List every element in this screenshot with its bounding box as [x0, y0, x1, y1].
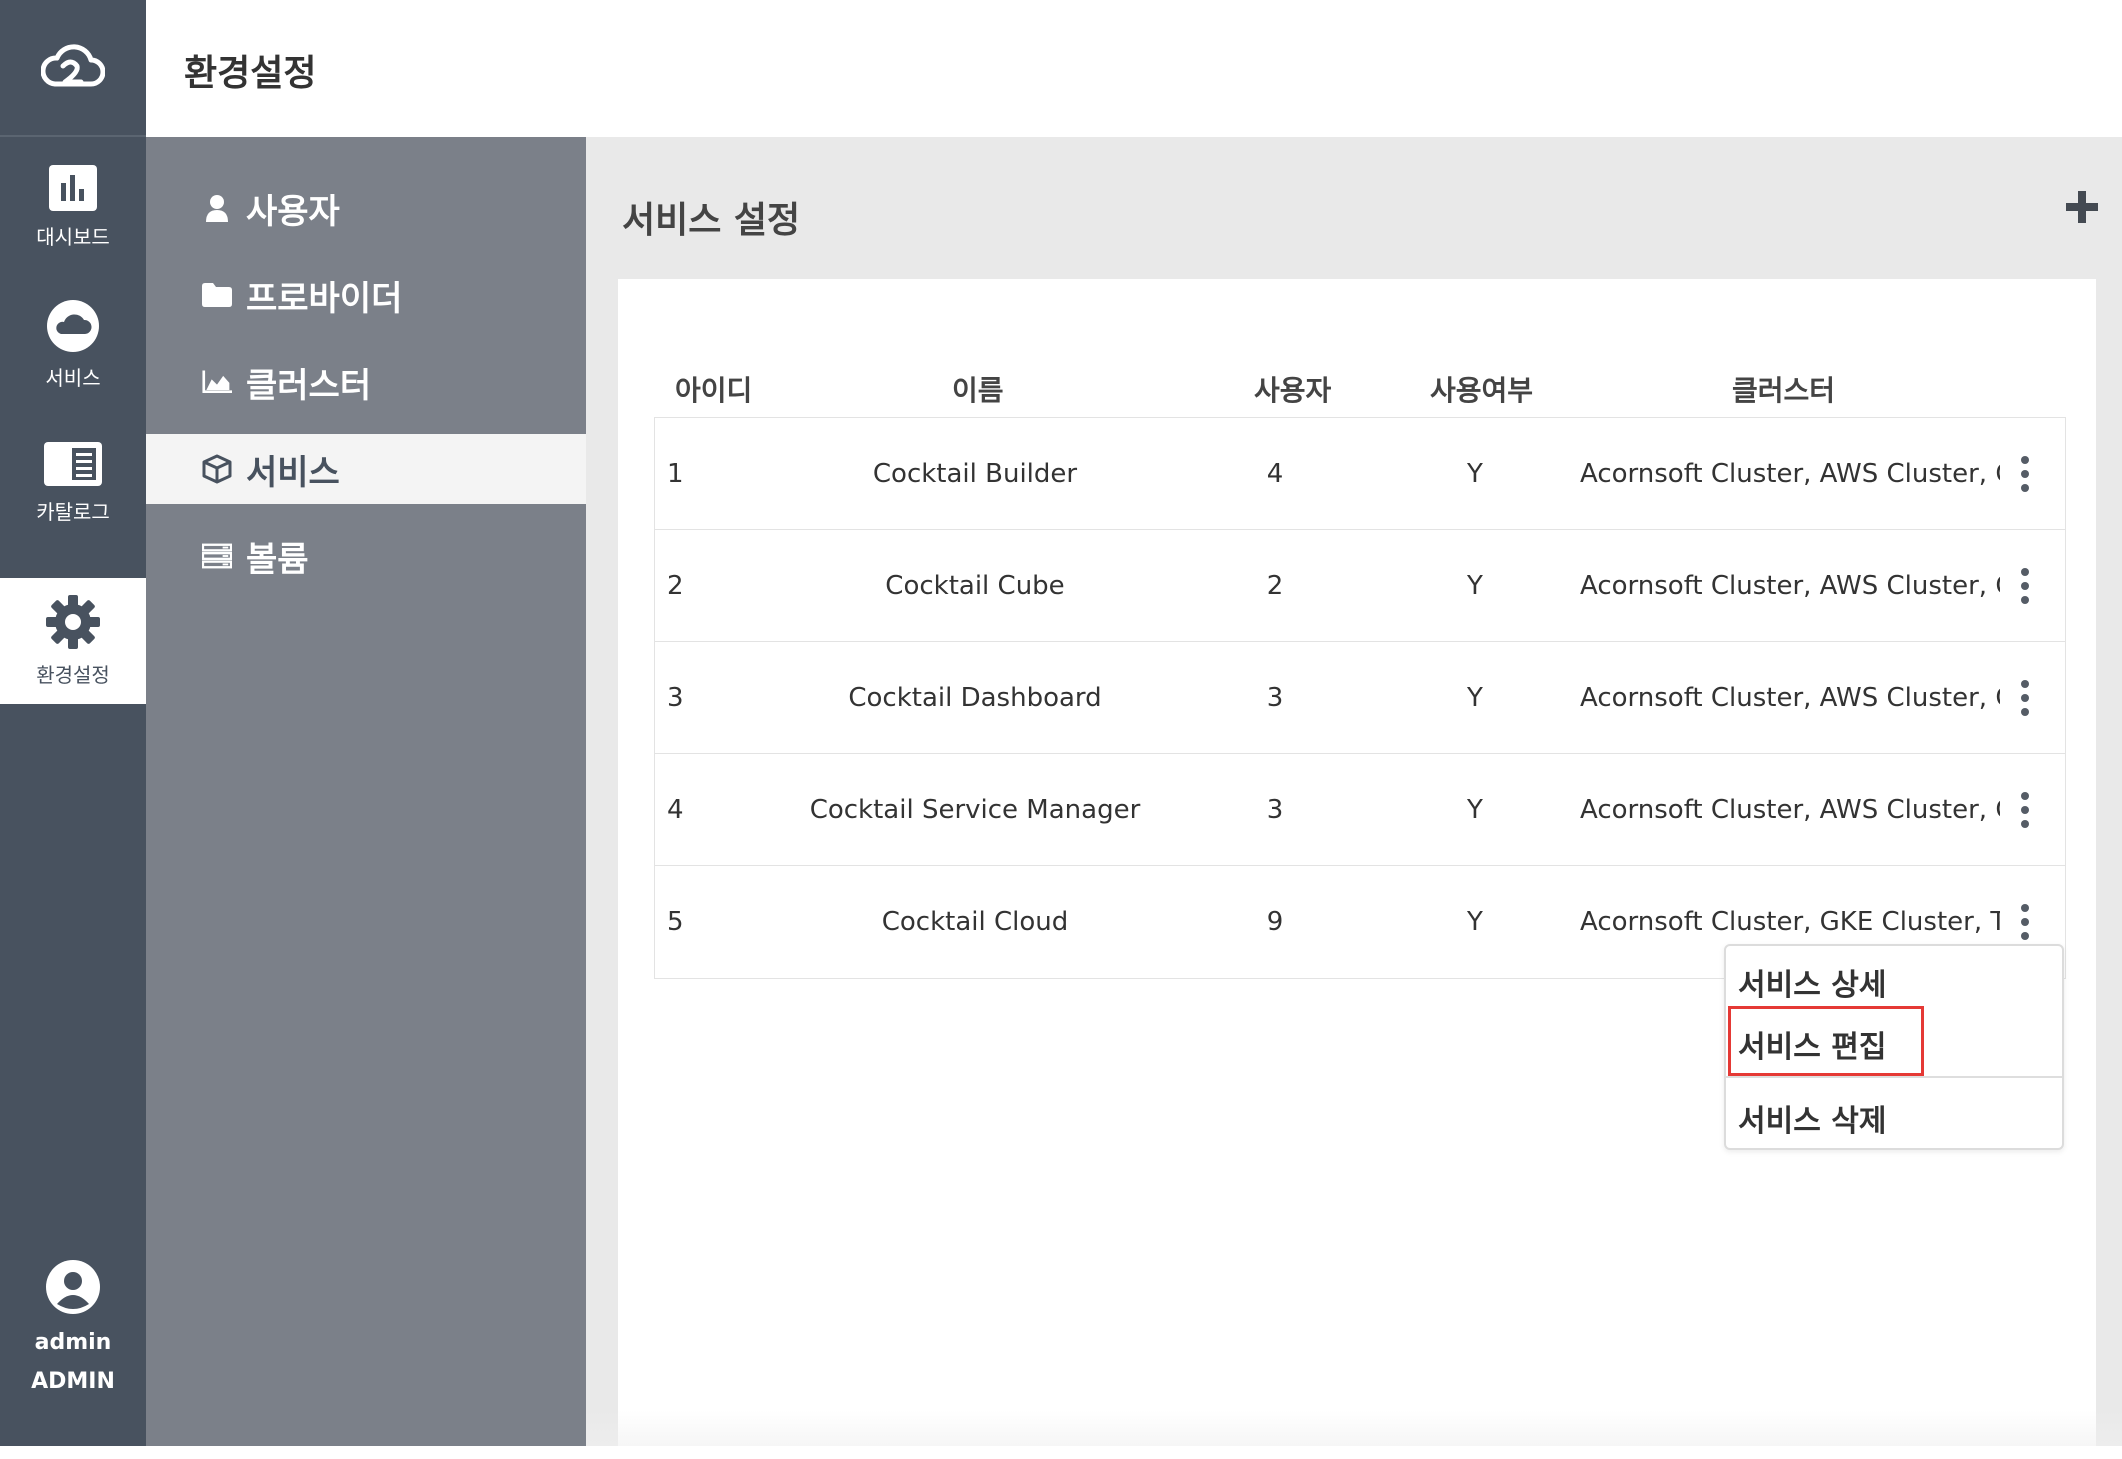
subnav-item-providers[interactable]: 프로바이더: [146, 260, 586, 330]
cell-users: 3: [1266, 683, 1284, 713]
section-title: 서비스 설정: [622, 200, 801, 241]
left-rail: 대시보드 서비스 카탈로그 환경설정 admin ADMIN: [0, 0, 146, 1446]
top-header: 환경설정: [146, 0, 2122, 137]
rail-item-label: 환경설정: [36, 662, 110, 687]
subnav-item-label: 서비스: [246, 452, 340, 493]
services-table: 1 Cocktail Builder 4 Y Acornsoft Cluster…: [654, 417, 2066, 979]
user-name: admin: [34, 1330, 112, 1355]
cell-enabled: Y: [1467, 907, 1483, 937]
table-header: 아이디 이름 사용자 사용여부 클러스터: [618, 279, 2096, 414]
cell-name: Cocktail Builder: [872, 459, 1078, 489]
cloud-logo-icon[interactable]: [0, 0, 146, 137]
area-chart-icon: [202, 367, 232, 397]
cell-users: 2: [1266, 571, 1284, 601]
user-circle-icon: [46, 1260, 100, 1318]
menu-item-service-detail[interactable]: 서비스 상세: [1738, 960, 1886, 1004]
column-header-users: 사용자: [1254, 374, 1332, 407]
cell-clusters: Acornsoft Cluster, AWS Cluster, G...: [1580, 683, 2000, 713]
subnav-item-label: 사용자: [246, 191, 340, 232]
column-header-enabled: 사용여부: [1430, 374, 1534, 407]
user-role: ADMIN: [31, 1369, 115, 1394]
services-card: 아이디 이름 사용자 사용여부 클러스터 1 Cocktail Builder …: [618, 279, 2096, 1459]
row-menu-kebab-icon[interactable]: [2019, 456, 2031, 492]
cell-id: 4: [667, 795, 684, 825]
cell-name: Cocktail Dashboard: [848, 683, 1102, 713]
cell-clusters: Acornsoft Cluster, AWS Cluster, G...: [1580, 459, 2000, 489]
user-profile[interactable]: admin ADMIN: [0, 1260, 146, 1394]
table-row[interactable]: 2 Cocktail Cube 2 Y Acornsoft Cluster, A…: [655, 530, 2065, 642]
catalog-icon: [44, 441, 102, 490]
cloud-icon: [47, 299, 99, 356]
bar-chart-icon: [49, 164, 97, 215]
menu-item-service-edit[interactable]: 서비스 편집: [1738, 1022, 1886, 1066]
rail-item-label: 대시보드: [36, 224, 110, 249]
rail-item-dashboard[interactable]: 대시보드: [0, 144, 146, 270]
cell-enabled: Y: [1467, 459, 1483, 489]
page-title: 환경설정: [184, 53, 317, 94]
storage-icon: [202, 541, 232, 571]
rail-item-label: 서비스: [45, 365, 101, 390]
cell-name: Cocktail Service Manager: [809, 795, 1141, 825]
gear-icon: [46, 594, 100, 653]
subnav-item-label: 프로바이더: [246, 278, 403, 319]
cell-name: Cocktail Cube: [885, 571, 1065, 601]
column-header-name: 이름: [952, 374, 1004, 407]
row-menu-kebab-icon[interactable]: [2019, 568, 2031, 604]
cube-icon: [202, 454, 232, 484]
folder-icon: [202, 280, 232, 310]
subnav-item-volumes[interactable]: 볼륨: [146, 521, 586, 591]
row-menu-kebab-icon[interactable]: [2019, 680, 2031, 716]
subnav-item-services[interactable]: 서비스: [146, 434, 586, 504]
menu-divider: [1726, 1076, 2062, 1078]
main-content: 서비스 설정 아이디 이름 사용자 사용여부 클러스터 1 Cocktail B…: [586, 137, 2122, 1459]
cell-id: 5: [667, 907, 684, 937]
cell-name: Cocktail Cloud: [881, 907, 1069, 937]
rail-item-catalog[interactable]: 카탈로그: [0, 420, 146, 546]
cell-clusters: Acornsoft Cluster, AWS Cluster, G...: [1580, 571, 2000, 601]
table-row[interactable]: 4 Cocktail Service Manager 3 Y Acornsoft…: [655, 754, 2065, 866]
cell-id: 1: [667, 459, 684, 489]
menu-item-service-delete[interactable]: 서비스 삭제: [1738, 1096, 1886, 1140]
user-icon: [202, 193, 232, 223]
cell-users: 3: [1266, 795, 1284, 825]
rail-item-settings[interactable]: 환경설정: [0, 578, 146, 704]
cell-enabled: Y: [1467, 571, 1483, 601]
column-header-id: 아이디: [675, 374, 753, 407]
row-context-menu: 서비스 상세 서비스 편집 서비스 삭제: [1724, 944, 2064, 1150]
cell-id: 2: [667, 571, 684, 601]
table-row[interactable]: 3 Cocktail Dashboard 3 Y Acornsoft Clust…: [655, 642, 2065, 754]
cell-enabled: Y: [1467, 795, 1483, 825]
row-menu-kebab-icon[interactable]: [2019, 904, 2031, 940]
cell-enabled: Y: [1467, 683, 1483, 713]
row-menu-kebab-icon[interactable]: [2019, 792, 2031, 828]
subnav-item-clusters[interactable]: 클러스터: [146, 347, 586, 417]
cell-id: 3: [667, 683, 684, 713]
bottom-fade: [586, 1410, 2122, 1446]
subnav-item-label: 볼륨: [246, 539, 309, 580]
rail-item-label: 카탈로그: [36, 499, 110, 524]
cell-users: 4: [1266, 459, 1284, 489]
settings-subnav: 사용자 프로바이더 클러스터 서비스 볼륨: [146, 137, 586, 1446]
column-header-cluster: 클러스터: [1732, 374, 1836, 407]
subnav-item-users[interactable]: 사용자: [146, 173, 586, 243]
subnav-item-label: 클러스터: [246, 365, 372, 406]
cell-clusters: Acornsoft Cluster, AWS Cluster, G...: [1580, 795, 2000, 825]
table-row[interactable]: 1 Cocktail Builder 4 Y Acornsoft Cluster…: [655, 418, 2065, 530]
add-service-button[interactable]: [2064, 189, 2104, 229]
plus-icon: [2064, 191, 2100, 229]
rail-item-service[interactable]: 서비스: [0, 282, 146, 408]
cell-users: 9: [1266, 907, 1284, 937]
